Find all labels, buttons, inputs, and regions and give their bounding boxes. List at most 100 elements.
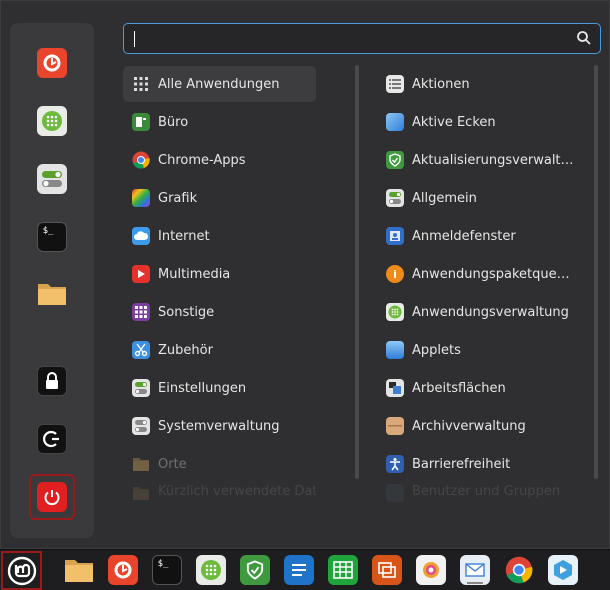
info-icon: i bbox=[386, 265, 404, 283]
app-label: Anwendungsverwaltung bbox=[412, 304, 569, 320]
folder-icon bbox=[132, 484, 150, 502]
applet-icon bbox=[386, 341, 404, 359]
taskbar-warpinator[interactable] bbox=[548, 555, 578, 585]
app-general[interactable]: Allgemein bbox=[377, 180, 587, 216]
category-accessories[interactable]: Zubehör bbox=[123, 332, 316, 368]
chrome-icon bbox=[132, 151, 150, 169]
category-chrome-apps[interactable]: Chrome-Apps bbox=[123, 142, 316, 178]
app-label: Aktualisierungsverwalt… bbox=[412, 152, 574, 168]
favorite-shutdown[interactable] bbox=[29, 474, 75, 520]
app-users-groups[interactable]: Benutzer und Gruppen bbox=[377, 484, 587, 502]
category-multimedia[interactable]: Multimedia bbox=[123, 256, 316, 292]
workspace-icon bbox=[386, 379, 404, 397]
toggles-icon bbox=[132, 417, 150, 435]
running-indicator bbox=[467, 582, 483, 584]
app-archive-manager[interactable]: Archivverwaltung bbox=[377, 408, 587, 444]
taskbar-photo[interactable] bbox=[416, 555, 446, 585]
folder-icon bbox=[132, 455, 150, 473]
taskbar-software-manager[interactable] bbox=[196, 555, 226, 585]
app-update-manager[interactable]: Aktualisierungsverwalt… bbox=[377, 142, 587, 178]
power-icon bbox=[37, 482, 67, 512]
software-manager-icon bbox=[201, 560, 221, 580]
terminal-icon: $_ bbox=[37, 222, 67, 252]
terminal-icon: $_ bbox=[157, 559, 169, 569]
app-label: Anmeldefenster bbox=[412, 228, 516, 244]
app-workspaces[interactable]: Arbeitsflächen bbox=[377, 370, 587, 406]
taskbar-spreadsheet[interactable] bbox=[328, 555, 358, 585]
app-label: Allgemein bbox=[412, 190, 477, 206]
lock-icon bbox=[37, 366, 67, 396]
category-label: Chrome-Apps bbox=[158, 152, 246, 168]
category-label: Kürzlich verwendete Dateien bbox=[158, 484, 316, 499]
category-label: Sonstige bbox=[158, 304, 215, 320]
firefox-icon bbox=[37, 48, 67, 78]
category-label: Büro bbox=[158, 114, 189, 130]
login-icon bbox=[386, 227, 404, 245]
app-label: Barrierefreiheit bbox=[412, 456, 511, 472]
taskbar-text-editor[interactable] bbox=[284, 555, 314, 585]
taskbar-chrome[interactable] bbox=[504, 555, 534, 585]
favorite-files[interactable] bbox=[29, 272, 75, 318]
update-manager-icon bbox=[246, 560, 264, 580]
favorite-settings[interactable] bbox=[29, 156, 75, 202]
logout-icon bbox=[37, 424, 67, 454]
search-input[interactable] bbox=[123, 23, 601, 54]
category-label: Systemverwaltung bbox=[158, 418, 280, 434]
software-manager-icon bbox=[386, 303, 404, 321]
taskbar-update-manager[interactable] bbox=[240, 555, 270, 585]
category-places[interactable]: Orte bbox=[123, 446, 316, 482]
app-accessibility[interactable]: Barrierefreiheit bbox=[377, 446, 587, 482]
app-login-window[interactable]: Anmeldefenster bbox=[377, 218, 587, 254]
archive-icon bbox=[386, 417, 404, 435]
app-label: Benutzer und Gruppen bbox=[412, 484, 561, 499]
impress-icon bbox=[378, 562, 396, 578]
app-label: Aktionen bbox=[412, 76, 470, 92]
office-icon bbox=[132, 113, 150, 131]
toggles-icon bbox=[386, 189, 404, 207]
app-label: Arbeitsflächen bbox=[412, 380, 506, 396]
start-menu-button[interactable] bbox=[1, 551, 42, 590]
app-actions[interactable]: Aktionen bbox=[377, 66, 587, 102]
scissors-icon bbox=[132, 341, 150, 359]
category-label: Alle Anwendungen bbox=[158, 76, 280, 92]
favorite-logout[interactable] bbox=[29, 416, 75, 462]
category-label: Einstellungen bbox=[158, 380, 247, 396]
category-internet[interactable]: Internet bbox=[123, 218, 316, 254]
app-label: Anwendungspaketque… bbox=[412, 266, 570, 282]
category-other[interactable]: Sonstige bbox=[123, 294, 316, 330]
category-preferences[interactable]: Einstellungen bbox=[123, 370, 316, 406]
category-graphics[interactable]: Grafik bbox=[123, 180, 316, 216]
accessibility-icon bbox=[386, 455, 404, 473]
category-all-applications[interactable]: Alle Anwendungen bbox=[123, 66, 316, 102]
category-label: Grafik bbox=[158, 190, 198, 206]
taskbar-mail[interactable] bbox=[460, 555, 490, 585]
taskbar-impress[interactable] bbox=[372, 555, 402, 585]
mail-icon bbox=[465, 563, 485, 577]
app-software-sources[interactable]: i Anwendungspaketque… bbox=[377, 256, 587, 292]
favorite-terminal[interactable]: $_ bbox=[29, 214, 75, 260]
favorite-software-manager[interactable] bbox=[29, 98, 75, 144]
favorite-lock[interactable] bbox=[29, 358, 75, 404]
toggles-icon bbox=[132, 379, 150, 397]
app-hot-corners[interactable]: Aktive Ecken bbox=[377, 104, 587, 140]
apps-scrollbar[interactable] bbox=[594, 65, 598, 479]
category-label: Zubehör bbox=[158, 342, 213, 358]
shield-icon bbox=[386, 151, 404, 169]
category-office[interactable]: Büro bbox=[123, 104, 316, 140]
app-applets[interactable]: Applets bbox=[377, 332, 587, 368]
spreadsheet-icon bbox=[333, 561, 353, 579]
search-icon bbox=[576, 30, 592, 50]
warpinator-icon bbox=[554, 560, 572, 580]
taskbar-terminal[interactable]: $_ bbox=[152, 555, 182, 585]
graphics-icon bbox=[132, 189, 150, 207]
taskbar-firefox[interactable] bbox=[108, 555, 138, 585]
favorite-firefox[interactable] bbox=[29, 40, 75, 86]
taskbar-files[interactable] bbox=[64, 555, 94, 585]
category-recent-files[interactable]: Kürzlich verwendete Dateien bbox=[123, 484, 316, 502]
play-icon bbox=[132, 265, 150, 283]
app-software-manager[interactable]: Anwendungsverwaltung bbox=[377, 294, 587, 330]
other-icon bbox=[132, 303, 150, 321]
category-administration[interactable]: Systemverwaltung bbox=[123, 408, 316, 444]
text-caret bbox=[134, 31, 135, 47]
category-scrollbar[interactable] bbox=[355, 65, 359, 479]
